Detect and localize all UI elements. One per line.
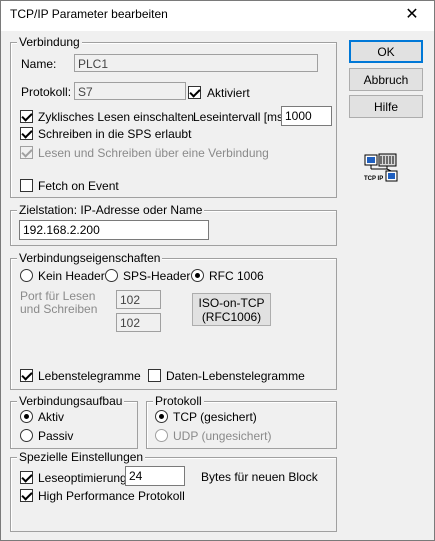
iso-button-line2: (RFC1006)	[201, 309, 262, 324]
fetch-checkbox[interactable]	[20, 179, 33, 192]
ok-button[interactable]: OK	[349, 40, 423, 63]
schreiben-checkbox[interactable]	[20, 127, 33, 140]
udp-radio	[155, 429, 168, 442]
daten-lebenstelegramme-checkbox[interactable]	[148, 369, 161, 382]
iso-on-tcp-button[interactable]: ISO-on-TCP (RFC1006)	[192, 293, 271, 326]
iso-button-line1: ISO-on-TCP	[198, 295, 265, 310]
aktiviert-checkbox[interactable]	[188, 86, 201, 99]
window-title: TCP/IP Parameter bearbeiten	[10, 7, 168, 21]
kein-header-radio[interactable]	[20, 269, 33, 282]
schreiben-label: Schreiben in die SPS erlaubt	[38, 127, 192, 141]
close-icon[interactable]: ✕	[390, 1, 434, 31]
zyklisch-checkbox[interactable]	[20, 110, 33, 123]
kein-header-label: Kein Header	[38, 269, 105, 283]
zyklisch-label: Zyklisches Lesen einschalten	[38, 110, 195, 124]
aufbau-group: Verbindungsaufbau	[10, 394, 138, 449]
aktiv-label: Aktiv	[38, 410, 65, 424]
protokoll-label: Protokoll:	[21, 85, 72, 99]
port-label-line2: und Schreiben	[20, 302, 98, 316]
name-field: PLC1	[74, 54, 318, 72]
tcp-label: TCP (gesichert)	[173, 410, 257, 424]
leseintervall-label: Leseintervall [ms]:	[193, 110, 290, 124]
hilfe-button[interactable]: Hilfe	[349, 95, 423, 118]
dialog-window: TCP/IP Parameter bearbeiten ✕ Verbindung…	[0, 0, 435, 541]
sps-header-label: SPS-Header	[123, 269, 191, 283]
rfc1006-label: RFC 1006	[209, 269, 264, 283]
port-write-field: 102	[116, 313, 161, 332]
aktiv-radio[interactable]	[20, 410, 33, 423]
abbruch-button[interactable]: Abbruch	[349, 68, 423, 91]
leseoptimierung-label: Leseoptimierung	[38, 471, 127, 485]
rfc1006-radio[interactable]	[191, 269, 204, 282]
tcp-radio[interactable]	[155, 410, 168, 423]
aufbau-legend: Verbindungsaufbau	[17, 394, 125, 408]
high-performance-label: High Performance Protokoll	[38, 489, 185, 503]
ip-address-input[interactable]: 192.168.2.200	[19, 220, 209, 240]
protokoll-field: S7	[74, 82, 186, 100]
bytes-label: Bytes für neuen Block	[201, 470, 318, 484]
zielstation-legend: Zielstation: IP-Adresse oder Name	[17, 203, 205, 217]
lesen-schreiben-checkbox	[20, 146, 33, 159]
aktiviert-label: Aktiviert	[207, 86, 250, 100]
sps-header-radio[interactable]	[105, 269, 118, 282]
verbindung-legend: Verbindung	[17, 35, 82, 49]
lebenstelegramme-label: Lebenstelegramme	[38, 369, 141, 383]
lebenstelegramme-checkbox[interactable]	[20, 369, 33, 382]
daten-lebenstelegramme-label: Daten-Lebenstelegramme	[166, 369, 305, 383]
leseoptimierung-checkbox[interactable]	[20, 471, 33, 484]
tcpip-icon-text: TCP IP	[364, 176, 384, 182]
eigenschaften-legend: Verbindungseigenschaften	[17, 251, 163, 265]
passiv-radio[interactable]	[20, 429, 33, 442]
port-label-line1: Port für Lesen	[20, 289, 96, 303]
title-bar: TCP/IP Parameter bearbeiten ✕	[1, 1, 434, 31]
fetch-label: Fetch on Event	[38, 179, 119, 193]
lesen-schreiben-label: Lesen und Schreiben über eine Verbindung	[38, 146, 269, 160]
spezielle-legend: Spezielle Einstellungen	[17, 450, 146, 464]
name-label: Name:	[21, 57, 57, 71]
high-performance-checkbox[interactable]	[20, 489, 33, 502]
passiv-label: Passiv	[38, 429, 74, 443]
udp-label: UDP (ungesichert)	[173, 429, 272, 443]
tcpip-network-icon: TCP IP	[364, 153, 398, 187]
protokoll-legend: Protokoll	[153, 394, 204, 408]
leseoptimierung-input[interactable]: 24	[125, 466, 185, 486]
leseintervall-input[interactable]: 1000	[281, 106, 332, 126]
port-read-field: 102	[116, 290, 161, 309]
